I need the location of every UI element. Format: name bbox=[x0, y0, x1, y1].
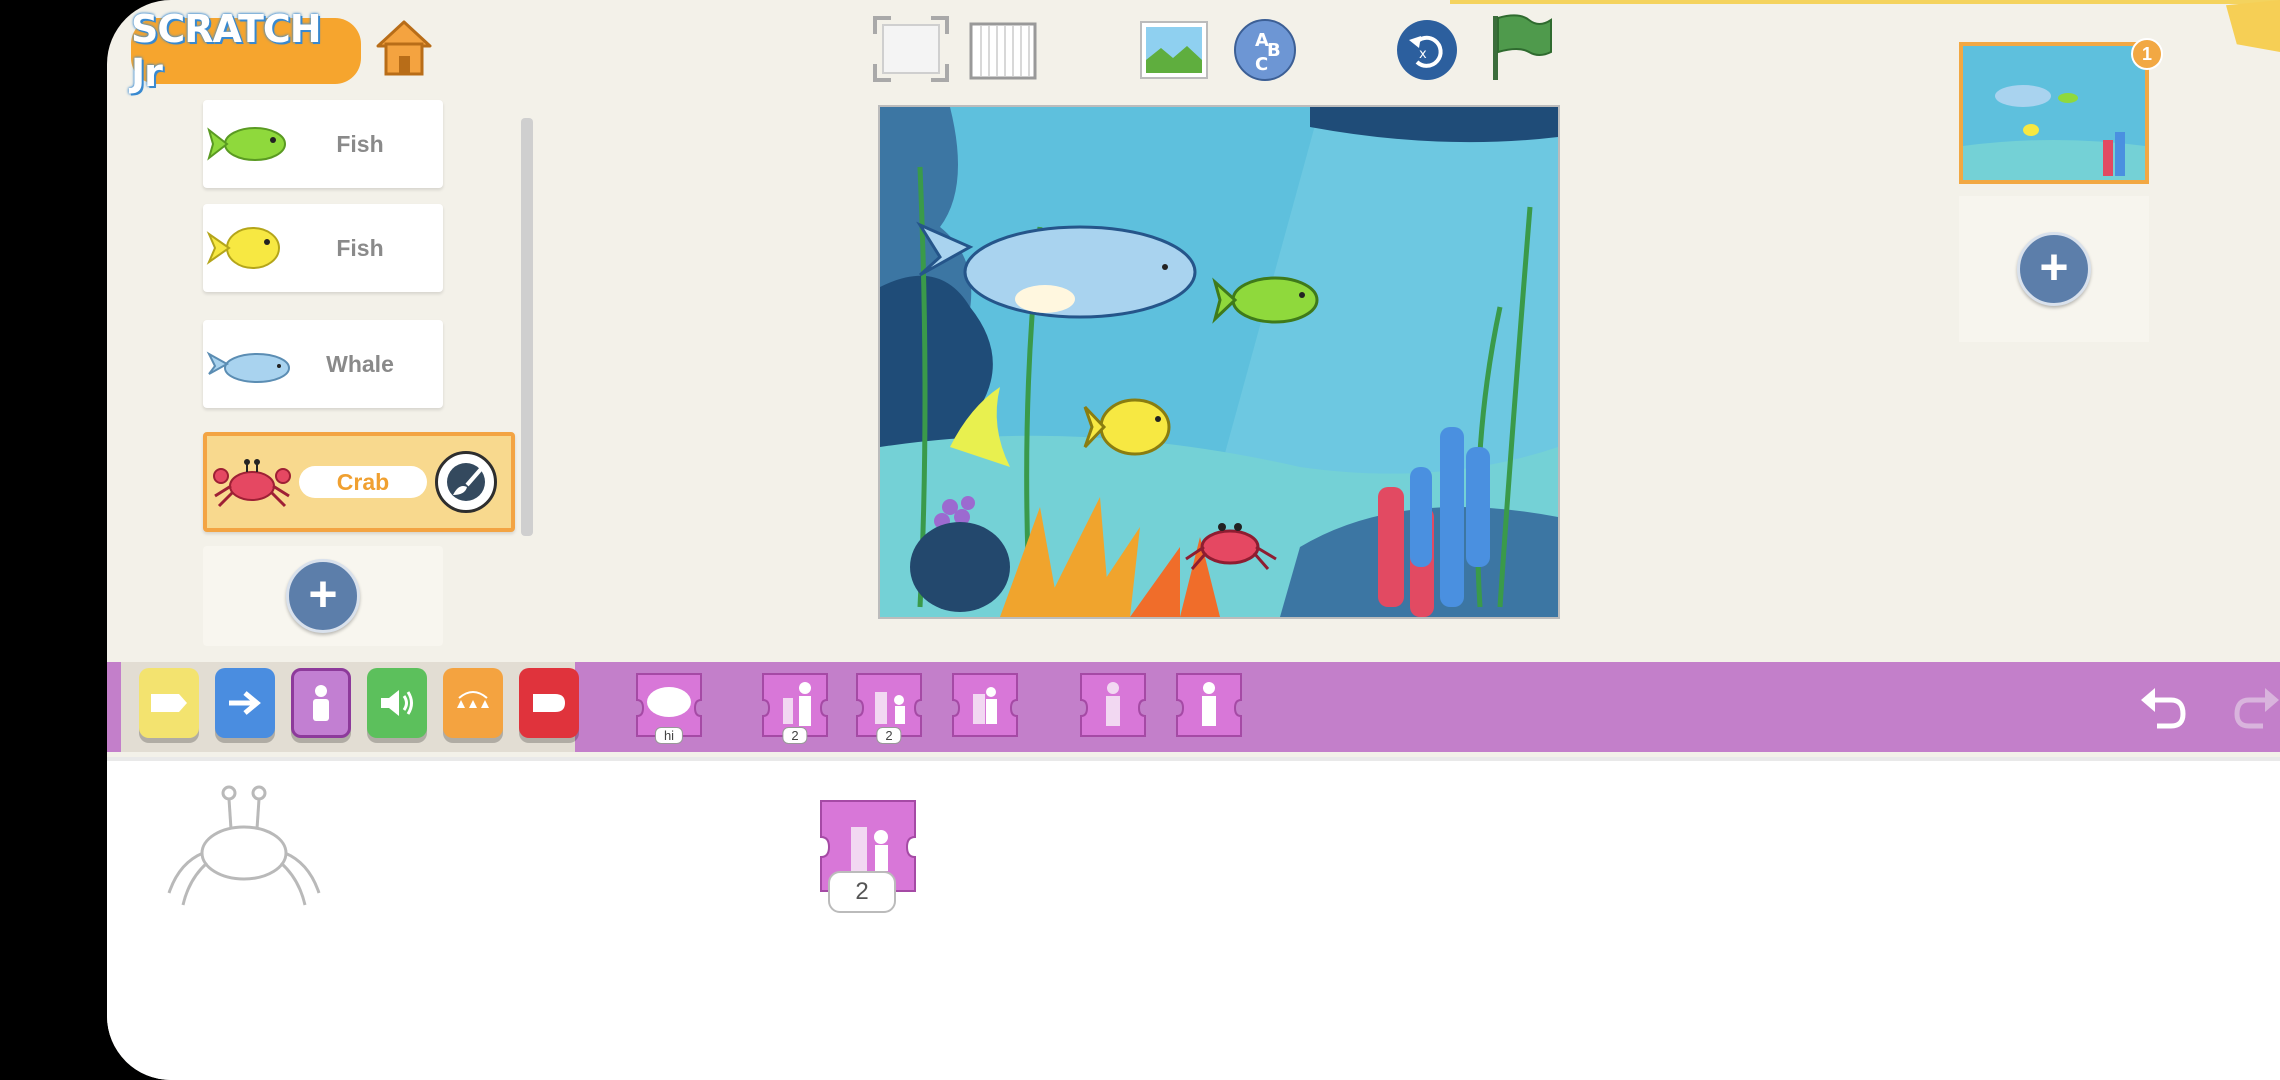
page-preview bbox=[1963, 46, 2145, 180]
background-image-icon[interactable] bbox=[1139, 20, 1209, 80]
category-selector bbox=[121, 662, 579, 752]
arrow-right-icon bbox=[229, 691, 261, 715]
end-block-icon bbox=[533, 694, 565, 712]
undo-icon[interactable] bbox=[2137, 684, 2189, 732]
block-palette: hi 2 2 bbox=[107, 662, 2280, 752]
paint-editor-button[interactable] bbox=[435, 451, 497, 513]
sprite-whale[interactable]: Whale bbox=[203, 320, 443, 408]
svg-text:C: C bbox=[1255, 54, 1268, 75]
script-block-value[interactable]: 2 bbox=[828, 871, 896, 913]
add-page-slot: + bbox=[1959, 196, 2149, 342]
grid-icon[interactable] bbox=[969, 22, 1037, 80]
sprite-name: Fish bbox=[336, 130, 384, 157]
scratchjr-editor: SCRATCH Jr A B C x Fish Fish Whale Crab … bbox=[107, 0, 2280, 1080]
plus-icon: + bbox=[2039, 239, 2069, 295]
home-icon[interactable] bbox=[372, 16, 436, 80]
paintbrush-icon bbox=[447, 463, 485, 501]
block-value: 2 bbox=[782, 727, 808, 744]
svg-text:B: B bbox=[1267, 40, 1281, 61]
crab-watermark-icon bbox=[167, 785, 321, 906]
add-page-button[interactable]: + bbox=[2017, 232, 2091, 306]
sprite-name: Fish bbox=[336, 234, 384, 261]
category-end[interactable] bbox=[519, 668, 579, 738]
plus-icon: + bbox=[308, 566, 338, 622]
page-number-badge: 1 bbox=[2131, 38, 2163, 70]
top-accent-strip bbox=[1450, 0, 2280, 4]
category-motion[interactable] bbox=[215, 668, 275, 738]
underwater-scene bbox=[880, 107, 1558, 617]
category-looks[interactable] bbox=[291, 668, 351, 738]
add-sprite-button[interactable]: + bbox=[286, 559, 360, 633]
show-block[interactable] bbox=[1171, 670, 1247, 742]
reset-size-block[interactable] bbox=[947, 670, 1023, 742]
speaker-icon bbox=[381, 690, 413, 716]
category-triggering[interactable] bbox=[139, 668, 199, 738]
trigger-block-icon bbox=[151, 694, 187, 712]
control-icon bbox=[457, 691, 489, 708]
stage[interactable] bbox=[878, 105, 1560, 619]
show-icon bbox=[1176, 673, 1242, 737]
scratchjr-logo: SCRATCH Jr bbox=[131, 7, 361, 95]
crab-icon bbox=[213, 459, 291, 508]
block-value: 2 bbox=[876, 727, 902, 744]
hide-block[interactable] bbox=[1075, 670, 1151, 742]
sprite-name: Whale bbox=[326, 350, 394, 377]
category-sound[interactable] bbox=[367, 668, 427, 738]
corner-page-tab[interactable] bbox=[2226, 0, 2280, 52]
sprite-name-field[interactable]: Crab bbox=[299, 466, 427, 498]
category-control[interactable] bbox=[443, 668, 503, 738]
say-block[interactable]: hi bbox=[631, 670, 707, 744]
yellow-fish-icon bbox=[206, 227, 280, 269]
sprite-fish-yellow[interactable]: Fish bbox=[203, 204, 443, 292]
reset-characters-icon[interactable]: x bbox=[1395, 18, 1459, 82]
hide-icon bbox=[1080, 673, 1146, 737]
svg-text:x: x bbox=[1419, 47, 1427, 62]
script-area[interactable]: 2 bbox=[107, 761, 2280, 1080]
grow-block[interactable]: 2 bbox=[757, 670, 833, 744]
redo-icon[interactable] bbox=[2231, 684, 2280, 732]
block-value: hi bbox=[654, 727, 684, 744]
shrink-block[interactable]: 2 bbox=[851, 670, 927, 744]
page-thumbnail[interactable] bbox=[1959, 42, 2149, 184]
sprite-list-scrollbar[interactable] bbox=[521, 118, 533, 536]
add-sprite-slot: + bbox=[203, 546, 443, 646]
green-fish-icon bbox=[207, 127, 286, 161]
whale-icon bbox=[206, 351, 290, 383]
reset-size-icon bbox=[952, 673, 1018, 737]
sprite-list: Fish Fish Whale Crab + bbox=[203, 98, 515, 658]
sprite-crab[interactable]: Crab bbox=[203, 432, 515, 532]
text-abc-icon[interactable]: A B C bbox=[1233, 18, 1297, 82]
person-icon bbox=[313, 685, 329, 721]
fullscreen-icon[interactable] bbox=[873, 16, 949, 82]
sprite-fish-green[interactable]: Fish bbox=[203, 100, 443, 188]
green-flag-icon[interactable] bbox=[1489, 12, 1555, 82]
